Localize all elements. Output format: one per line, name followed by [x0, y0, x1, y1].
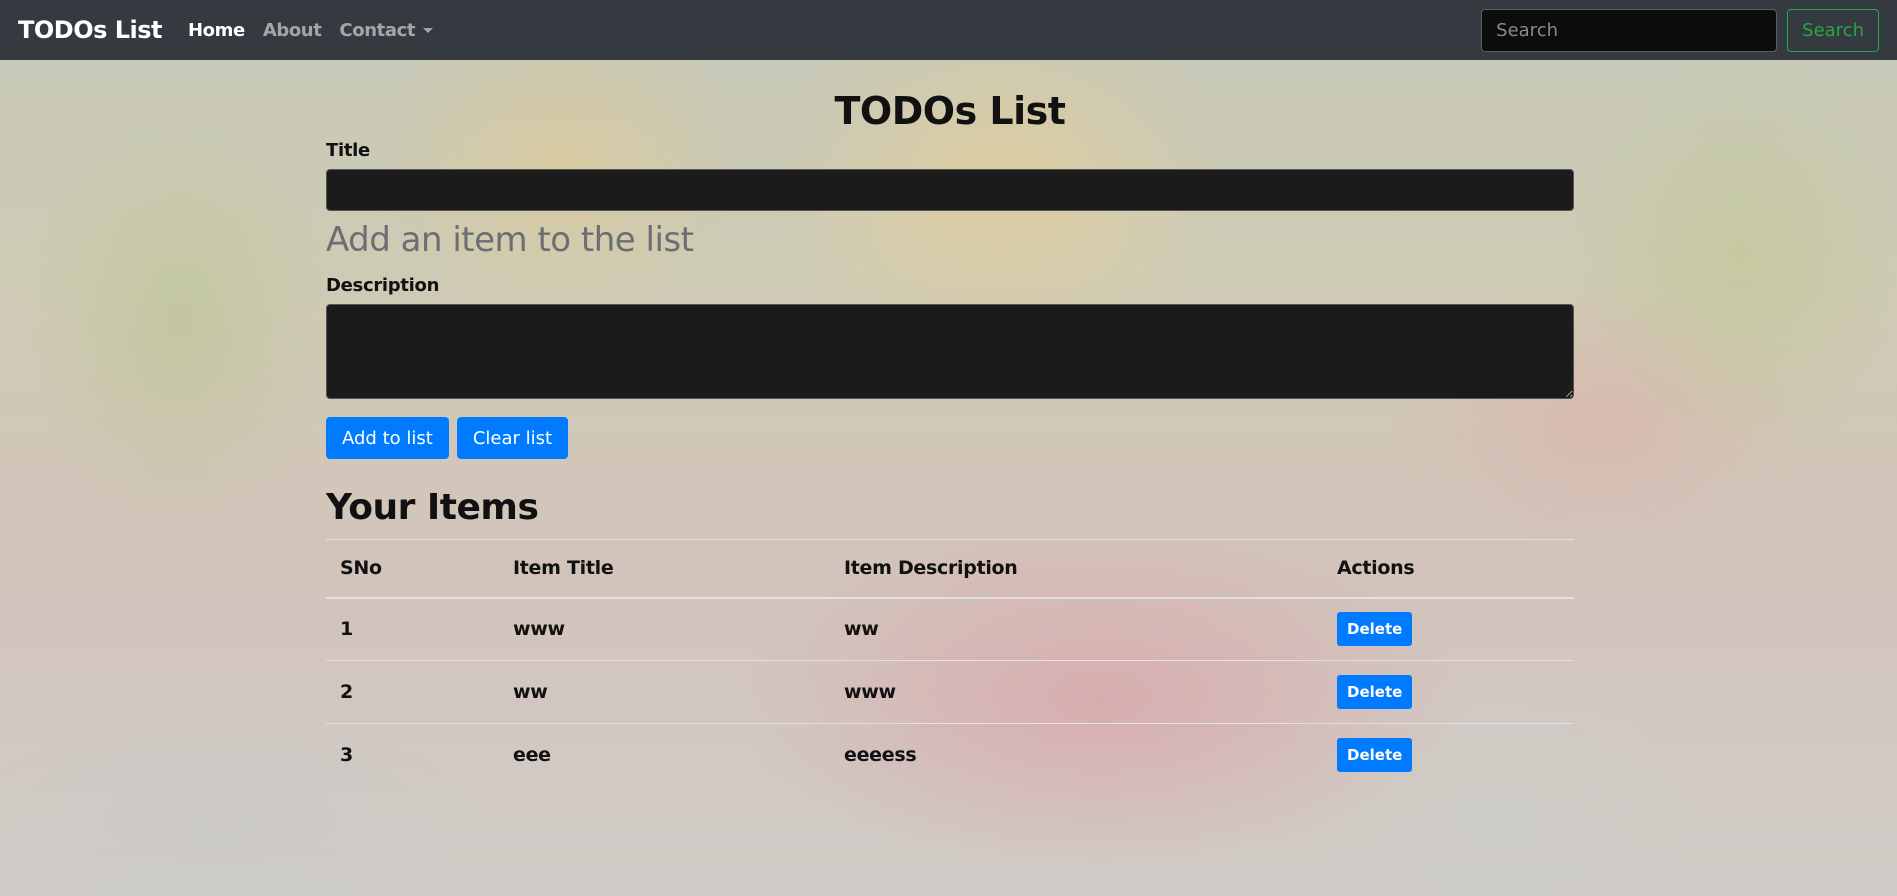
table-row: 3 eee eeeess Delete [326, 724, 1574, 787]
table-header-row: SNo Item Title Item Description Actions [326, 539, 1574, 598]
nav-dropdown-contact-label: Contact [339, 19, 416, 41]
search-input[interactable] [1481, 8, 1778, 52]
header-sno: SNo [340, 557, 382, 580]
items-heading: Your Items [326, 487, 539, 528]
row-sno: 2 [340, 681, 353, 703]
row-actions: Delete [1323, 724, 1574, 787]
table-row: 1 www ww Delete [326, 598, 1574, 661]
row-title: ww [513, 681, 548, 703]
items-table: SNo Item Title Item Description Actions … [326, 539, 1574, 787]
row-sno: 1 [340, 618, 353, 641]
add-item-heading: Add an item to the list [326, 220, 694, 260]
delete-button[interactable]: Delete [1337, 675, 1413, 709]
header-actions: Actions [1337, 557, 1415, 580]
row-description: eeeess [844, 744, 917, 767]
header-item-description: Item Description [844, 557, 1018, 580]
delete-button[interactable]: Delete [1337, 738, 1413, 773]
form-actions: Add to list Clear list [326, 417, 1574, 459]
row-title: eee [513, 744, 551, 767]
nav-link-about[interactable]: About [263, 20, 322, 41]
description-label: Description [326, 275, 440, 296]
table-row: 2 ww www Delete [326, 661, 1574, 724]
main-container: TODOs List Title Add an item to the list… [326, 60, 1574, 787]
navbar: TODOs List Home About Contact Search [0, 0, 1897, 60]
row-title: www [513, 618, 565, 641]
row-actions: Delete [1323, 598, 1574, 661]
row-description: ww [844, 618, 879, 641]
title-input[interactable] [326, 169, 1574, 211]
row-actions: Delete [1323, 661, 1574, 724]
row-description: www [844, 681, 896, 703]
row-sno: 3 [340, 744, 353, 767]
search-form: Search [1481, 8, 1879, 52]
brand-logo[interactable]: TODOs List [18, 16, 163, 44]
add-to-list-button[interactable]: Add to list [326, 417, 449, 459]
title-label: Title [326, 140, 370, 161]
page-title: TODOs List [834, 89, 1066, 133]
delete-button[interactable]: Delete [1337, 612, 1413, 647]
nav-dropdown-contact[interactable]: Contact [339, 19, 434, 41]
clear-list-button[interactable]: Clear list [456, 417, 569, 459]
nav-link-home[interactable]: Home [188, 20, 245, 41]
chevron-down-icon [423, 27, 434, 33]
search-button[interactable]: Search [1787, 8, 1879, 52]
header-item-title: Item Title [513, 557, 614, 580]
description-textarea[interactable] [326, 304, 1574, 399]
